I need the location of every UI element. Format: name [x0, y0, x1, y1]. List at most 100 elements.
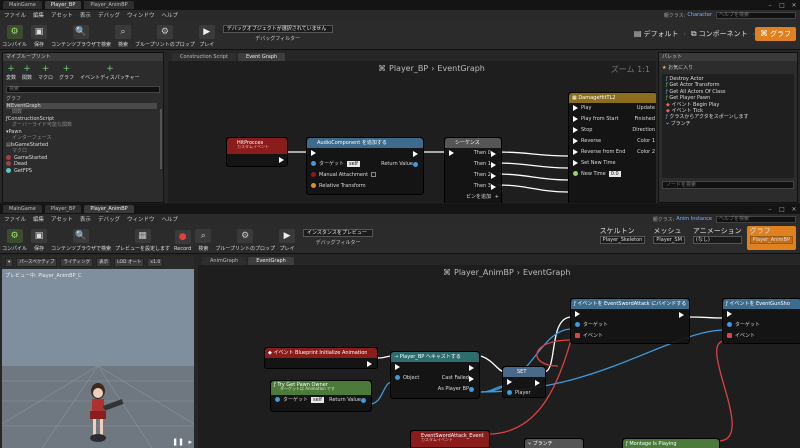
maximize-icon[interactable]: □ — [776, 2, 788, 9]
node-montage-is-playing[interactable]: ƒ Montage Is Playing — [622, 438, 720, 448]
node-sword-attack-event[interactable]: EventSwordAttack_Event カスタムイベント — [410, 430, 490, 448]
menu-asset[interactable]: アセット — [51, 215, 73, 223]
exec-out-pin[interactable] — [535, 380, 540, 386]
mode-default[interactable]: ▤ デフォルト — [629, 27, 684, 41]
node-cast-to-player-bp[interactable]: ⇢ Player_BP へキャストする Object Cast Failed As… — [390, 351, 480, 399]
exec-out-pin[interactable] — [469, 365, 474, 371]
menu-asset[interactable]: アセット — [51, 11, 73, 19]
mode-animation[interactable]: アニメーション (なし) — [690, 226, 745, 250]
lighting-button[interactable]: ライティング — [60, 258, 94, 267]
scrollbar[interactable] — [160, 109, 162, 169]
file-tab-player-bp[interactable]: Player_BP — [44, 205, 82, 213]
exec-in-pin[interactable] — [449, 149, 454, 156]
lod-button[interactable]: LOD オート — [114, 258, 145, 267]
node-set-player[interactable]: SET Player — [502, 366, 546, 398]
minimize-icon[interactable]: – — [764, 2, 776, 9]
exec-in-pin[interactable] — [507, 378, 512, 385]
exec-out-pin[interactable] — [367, 361, 372, 367]
pause-icon[interactable]: ❚❚ — [172, 438, 184, 446]
browse-button[interactable]: 🔍 コンテンツブラウザで検索 — [51, 20, 111, 48]
then-2-pin[interactable] — [491, 173, 496, 179]
menu-debug[interactable]: デバッグ — [98, 11, 120, 19]
help-search-input[interactable]: ヘルプを検索 — [716, 215, 796, 223]
target-pin[interactable] — [275, 397, 280, 402]
find-button[interactable]: ⌕ 検索 — [195, 224, 212, 252]
node-bind-gun-shot[interactable]: ƒ イベントを EventGunSho ターゲット イベント — [722, 298, 800, 344]
compile-button[interactable]: ⚙ コンパイル — [2, 20, 27, 48]
file-tab-maingame[interactable]: MainGame — [3, 1, 42, 9]
add-dispatcher-button[interactable]: + イベントディスパッチャー — [80, 64, 140, 83]
save-button[interactable]: ▣ 保存 — [31, 224, 48, 252]
menu-file[interactable]: ファイル — [4, 11, 26, 19]
palette-item[interactable]: ⑂ ブランチ — [666, 121, 790, 127]
favorites-section[interactable]: ★ お気に入り — [659, 61, 797, 74]
delegate-pin[interactable] — [727, 333, 732, 338]
show-button[interactable]: 表示 — [96, 258, 112, 267]
mode-mesh[interactable]: メッシュ Player_SM — [650, 226, 688, 250]
find-button[interactable]: ⌕ 検索 — [115, 20, 132, 48]
mode-graph[interactable]: グラフ Player_AnimBP — [746, 226, 796, 250]
mode-components[interactable]: ⧉ コンポーネント — [686, 27, 753, 41]
target-pin[interactable] — [311, 161, 316, 166]
parent-class-link[interactable]: Character — [687, 12, 712, 18]
file-tab-player-animbp[interactable]: Player_AnimBP — [84, 205, 134, 213]
then-0-pin[interactable] — [491, 151, 496, 157]
parent-class-link[interactable]: Anim Instance — [676, 216, 712, 222]
new-time-pin[interactable] — [573, 171, 578, 176]
cast-failed-pin[interactable] — [469, 376, 474, 382]
player-pin[interactable] — [507, 390, 512, 395]
menu-help[interactable]: ヘルプ — [161, 11, 178, 19]
menu-view[interactable]: 表示 — [80, 215, 91, 223]
node-timeline[interactable]: ▦ DamageHitTL2 Play Update Play from Star… — [568, 92, 656, 203]
menu-edit[interactable]: 編集 — [33, 11, 44, 19]
set-new-time-pin[interactable] — [573, 159, 578, 166]
node-hit-process[interactable]: HitProcces カスタムイベント — [226, 137, 288, 167]
manual-checkbox[interactable] — [371, 172, 377, 177]
exec-in-pin[interactable] — [575, 310, 580, 317]
play-from-start-pin[interactable] — [573, 115, 578, 122]
record-button[interactable]: ● Record — [174, 224, 191, 252]
target-pin[interactable] — [575, 322, 580, 327]
reverse-from-end-pin[interactable] — [573, 148, 578, 155]
exec-out-pin[interactable] — [413, 151, 418, 157]
then-1-pin[interactable] — [491, 162, 496, 168]
maximize-icon[interactable]: □ — [776, 206, 788, 213]
exec-out-pin[interactable] — [679, 312, 684, 318]
play-button[interactable]: ▶ プレイ — [279, 224, 296, 252]
as-player-bp-pin[interactable] — [469, 387, 474, 392]
play-pin[interactable] — [573, 104, 578, 111]
new-time-value[interactable]: 0.0 — [608, 170, 621, 177]
return-pin[interactable] — [361, 398, 366, 403]
event-graph-area[interactable]: Construction Script Event Graph ⌘ Player… — [168, 52, 656, 203]
save-button[interactable]: ▣ 保存 — [31, 20, 48, 48]
debug-object-select[interactable]: デバッグオブジェクトが選択されていません — [222, 25, 333, 33]
add-pin-row[interactable]: ピンを追加 + — [445, 192, 501, 203]
add-macro-button[interactable]: + マクロ — [38, 64, 53, 83]
delegate-pin[interactable] — [575, 333, 580, 338]
browse-button[interactable]: 🔍 コンテンツブラウザで検索 — [51, 224, 111, 252]
node-sequence[interactable]: シーケンス Then 0 Then 1 Then 2 Then 3 ピンを追加 + — [444, 137, 502, 203]
play-icon[interactable]: ▸ — [188, 438, 192, 446]
node-init-animation-event[interactable]: ◆ イベント Blueprint Initialize Animation — [264, 347, 378, 369]
preview-viewport[interactable]: ▾ パースペクティブ ライティング 表示 LOD オート x1.0 プレビュー中… — [2, 256, 194, 448]
file-tab-player-bp[interactable]: Player_BP — [44, 1, 82, 9]
tree-var-getfps[interactable]: GetFPS — [6, 167, 163, 175]
menu-debug[interactable]: デバッグ — [98, 215, 120, 223]
menu-help[interactable]: ヘルプ — [161, 215, 178, 223]
menu-edit[interactable]: 編集 — [33, 215, 44, 223]
mode-graph[interactable]: ⌘ グラフ — [755, 27, 796, 41]
menu-window[interactable]: ウィンドウ — [127, 215, 155, 223]
minimize-icon[interactable]: – — [764, 206, 776, 213]
menu-file[interactable]: ファイル — [4, 215, 26, 223]
palette-search[interactable]: ノードを検索 — [662, 181, 794, 189]
class-settings-button[interactable]: ⚙ ブループリントのプロップ — [135, 20, 195, 48]
file-tab-player-animbp[interactable]: Player_AnimBP — [84, 1, 134, 9]
return-pin[interactable] — [413, 162, 418, 167]
reverse-pin[interactable] — [573, 137, 578, 144]
close-icon[interactable]: ✕ — [788, 206, 800, 213]
debug-object-select[interactable]: インスタンスをプレビュー — [303, 229, 374, 237]
view-options-button[interactable]: ▾ — [5, 258, 14, 267]
exec-in-pin[interactable] — [311, 149, 316, 156]
node-bind-sword-attack[interactable]: ƒ イベントを EventSwordAttack にバインドする ターゲット イ… — [570, 298, 690, 344]
add-variable-button[interactable]: + 変数 — [6, 64, 16, 83]
